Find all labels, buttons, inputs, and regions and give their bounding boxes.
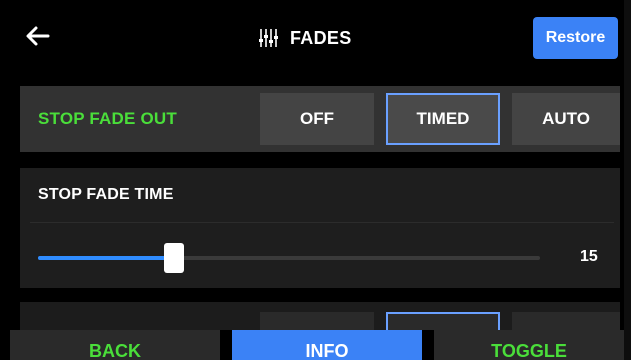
stop-fade-time-panel: STOP FADE TIME 15 [20,168,620,288]
divider [30,222,614,223]
fader-sliders-icon [259,29,278,47]
scroll-edge [624,0,631,360]
toggle-button[interactable]: TOGGLE [434,330,624,360]
info-button[interactable]: INFO [232,330,422,360]
slider-thumb[interactable] [164,243,184,273]
option-auto-button[interactable]: AUTO [512,93,620,145]
restore-button[interactable]: Restore [533,17,618,59]
arrow-left-icon[interactable] [24,22,52,50]
page-title: FADES [290,27,352,48]
header-bar: FADES Restore [0,0,631,78]
stop-fade-out-label: STOP FADE OUT [38,109,177,128]
option-off-button[interactable]: OFF [260,93,374,145]
back-button[interactable]: BACK [10,330,220,360]
stop-fade-out-row: STOP FADE OUT OFF TIMED AUTO [20,86,620,152]
slider-fill [38,256,174,260]
option-timed-button[interactable]: TIMED [386,93,500,145]
stop-fade-time-label: STOP FADE TIME [38,186,174,203]
page-title-group: FADES [258,24,352,52]
stop-fade-time-slider[interactable] [38,243,540,273]
stop-fade-time-value: 15 [580,248,598,265]
